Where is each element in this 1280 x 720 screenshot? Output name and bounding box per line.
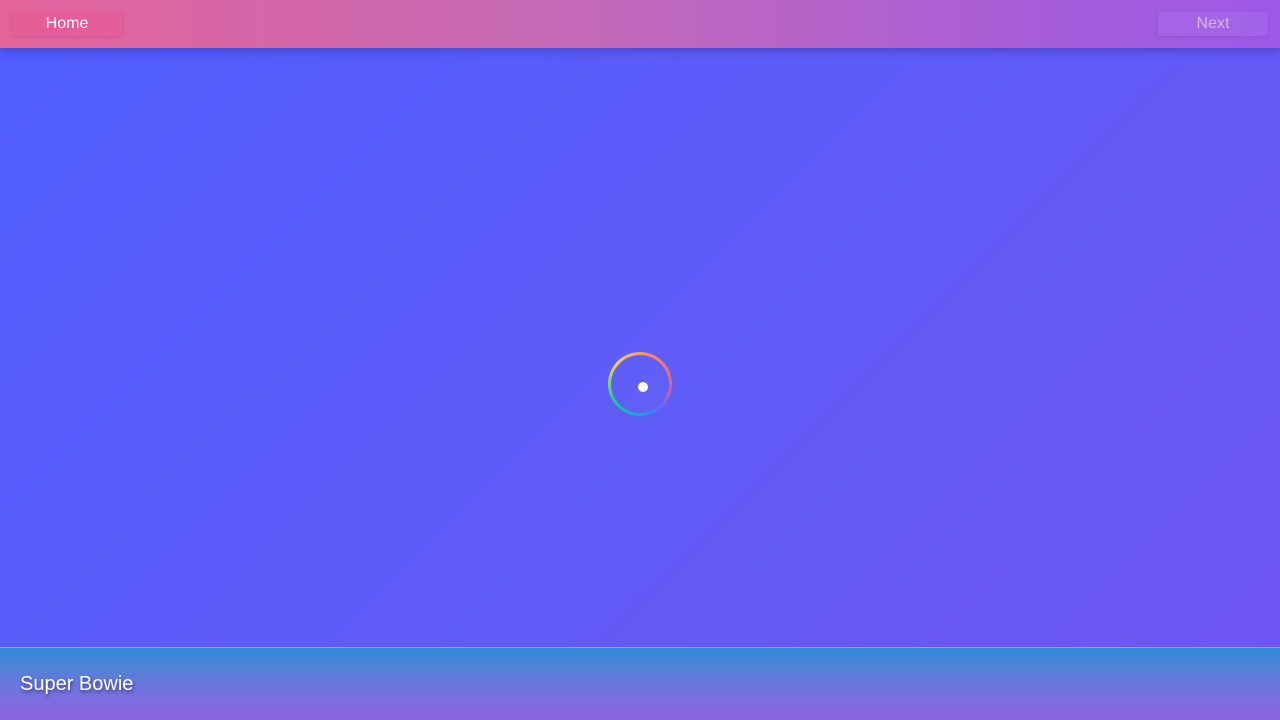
home-button[interactable]: Home [12,12,122,36]
now-playing-bar: Super Bowie [0,647,1280,720]
top-navigation-bar: Home Next [0,0,1280,48]
spinner-dot-icon [638,382,648,392]
loading-spinner-icon [608,352,672,416]
spinner-center [611,355,669,413]
track-title: Super Bowie [20,673,134,695]
next-button[interactable]: Next [1158,12,1268,36]
